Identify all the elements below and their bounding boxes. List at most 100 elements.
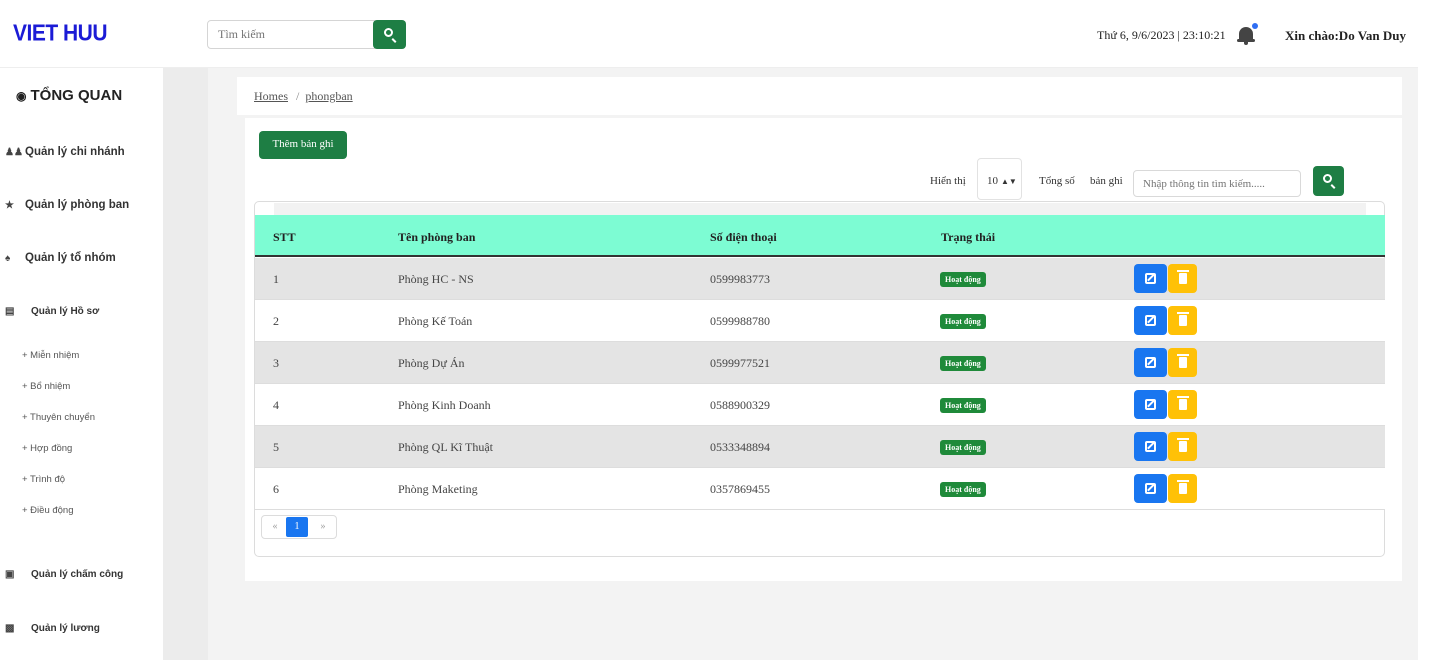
edit-icon — [1145, 273, 1156, 284]
sub-item-dismissal[interactable]: + Miễn nhiệm — [22, 350, 79, 361]
pagination-page-current[interactable]: 1 — [286, 517, 308, 537]
dashboard-icon: ◉ — [16, 89, 27, 103]
cell-phone: 0599988780 — [710, 314, 770, 328]
sidebar-item-label: Quản lý lương — [31, 623, 100, 634]
edit-button[interactable] — [1134, 348, 1167, 377]
breadcrumb-home[interactable]: Homes — [254, 89, 288, 103]
breadcrumb-separator: / — [296, 89, 300, 103]
sidebar-gutter — [163, 68, 208, 660]
money-icon: ▩ — [5, 623, 15, 634]
sidebar-item-label: Quản lý phòng ban — [25, 199, 130, 211]
edit-button[interactable] — [1134, 432, 1167, 461]
delete-button[interactable] — [1168, 264, 1197, 293]
column-header-name[interactable]: Tên phòng ban — [398, 230, 475, 245]
table-row: 1 Phòng HC - NS 0599983773 Hoạt động — [255, 258, 1385, 300]
page-size-value: 10 — [987, 175, 998, 187]
delete-button[interactable] — [1168, 390, 1197, 419]
page-size-select[interactable]: 10 ▲▼ — [977, 158, 1022, 200]
breadcrumb: Homes / phongban — [237, 77, 1402, 115]
show-label: Hiển thị — [930, 175, 966, 187]
edit-button[interactable] — [1134, 474, 1167, 503]
sub-item-appointment[interactable]: + Bổ nhiệm — [22, 381, 70, 392]
breadcrumb-current[interactable]: phongban — [305, 89, 352, 103]
delete-button[interactable] — [1168, 348, 1197, 377]
cell-stt: 2 — [273, 314, 279, 328]
add-record-button[interactable]: Thêm bản ghi — [259, 131, 347, 159]
sidebar-item-label: Quản lý chấm công — [31, 569, 124, 580]
edit-icon — [1145, 315, 1156, 326]
sidebar-item-department[interactable]: ★ Quản lý phòng ban — [5, 199, 129, 211]
sub-item-transfer[interactable]: + Thuyên chuyển — [22, 412, 95, 423]
table-search-button[interactable] — [1313, 166, 1344, 196]
sidebar-item-branch[interactable]: ♟♟ Quản lý chi nhánh — [5, 146, 125, 158]
sidebar-item-label: Quản lý chi nhánh — [25, 146, 125, 158]
cell-stt: 6 — [273, 482, 279, 496]
status-badge: Hoạt động — [940, 356, 986, 371]
total-label: Tổng số — [1039, 175, 1075, 187]
edit-button[interactable] — [1134, 390, 1167, 419]
user-group-icon: ♠ — [5, 253, 11, 264]
calendar-icon: ▣ — [5, 569, 15, 580]
cell-stt: 3 — [273, 356, 279, 370]
search-icon — [1323, 174, 1332, 183]
trash-icon — [1177, 354, 1189, 368]
sidebar-item-label: Quản lý Hồ sơ — [31, 306, 100, 317]
logo[interactable]: VIET HUU — [13, 21, 108, 47]
cell-name: Phòng QL Kĩ Thuật — [398, 440, 493, 454]
notification-dot — [1252, 23, 1258, 29]
id-card-icon: ▤ — [5, 306, 15, 317]
sidebar-item-attendance[interactable]: ▣ Quản lý chấm công — [5, 569, 123, 580]
table-row: 5 Phòng QL Kĩ Thuật 0533348894 Hoạt động — [255, 426, 1385, 468]
cell-phone: 0599983773 — [710, 272, 770, 286]
cell-name: Phòng Kế Toán — [398, 314, 473, 328]
sub-item-contract[interactable]: + Hợp đồng — [22, 443, 72, 454]
cell-stt: 1 — [273, 272, 279, 286]
trash-icon — [1177, 312, 1189, 326]
column-header-status[interactable]: Trạng thái — [941, 230, 995, 245]
cell-phone: 0533348894 — [710, 440, 770, 454]
sidebar-item-salary[interactable]: ▩ Quản lý lương — [5, 623, 100, 634]
table-scrollbar[interactable] — [274, 203, 1366, 215]
sort-arrows-icon: ▲▼ — [1001, 177, 1017, 186]
status-badge: Hoạt động — [940, 482, 986, 497]
table-search-input[interactable] — [1133, 170, 1301, 197]
status-badge: Hoạt động — [940, 440, 986, 455]
cell-phone: 0599977521 — [710, 356, 770, 370]
column-header-stt[interactable]: STT — [273, 230, 296, 245]
delete-button[interactable] — [1168, 474, 1197, 503]
bell-clapper — [1244, 42, 1248, 45]
trash-icon — [1177, 480, 1189, 494]
table-row: 4 Phòng Kinh Doanh 0588900329 Hoạt động — [255, 384, 1385, 426]
delete-button[interactable] — [1168, 306, 1197, 335]
sidebar-title[interactable]: ◉ TỔNG QUAN — [16, 87, 122, 104]
edit-button[interactable] — [1134, 264, 1167, 293]
cell-name: Phòng Kinh Doanh — [398, 398, 491, 412]
table-row: 2 Phòng Kế Toán 0599988780 Hoạt động — [255, 300, 1385, 342]
cell-name: Phòng Maketing — [398, 482, 478, 496]
pagination-next[interactable]: » — [314, 516, 332, 538]
global-search-button[interactable] — [373, 20, 406, 49]
datetime: Thứ 6, 9/6/2023 | 23:10:21 — [1097, 28, 1226, 42]
cell-phone: 0588900329 — [710, 398, 770, 412]
sidebar-item-group[interactable]: ♠ Quản lý tổ nhóm — [5, 252, 116, 264]
bell-icon[interactable] — [1236, 23, 1258, 45]
sub-item-qualification[interactable]: + Trình độ — [22, 474, 65, 485]
global-search-input[interactable] — [207, 20, 375, 49]
delete-button[interactable] — [1168, 432, 1197, 461]
edit-icon — [1145, 357, 1156, 368]
pagination-prev[interactable]: « — [266, 516, 284, 538]
cell-stt: 5 — [273, 440, 279, 454]
user-greeting[interactable]: Xin chào:Do Van Duy — [1285, 28, 1406, 44]
table-header: STT Tên phòng ban Số điện thoại Trạng th… — [255, 215, 1385, 257]
edit-icon — [1145, 399, 1156, 410]
edit-icon — [1145, 441, 1156, 452]
users-icon: ★ — [5, 200, 14, 211]
column-header-phone[interactable]: Số điện thoại — [710, 230, 777, 245]
cell-phone: 0357869455 — [710, 482, 770, 496]
edit-button[interactable] — [1134, 306, 1167, 335]
pagination: « 1 » — [261, 515, 337, 539]
sidebar-item-profile[interactable]: ▤ Quản lý Hồ sơ — [5, 306, 99, 317]
cell-name: Phòng Dự Án — [398, 356, 465, 370]
status-badge: Hoạt động — [940, 398, 986, 413]
sub-item-relocation[interactable]: + Điều động — [22, 505, 74, 516]
